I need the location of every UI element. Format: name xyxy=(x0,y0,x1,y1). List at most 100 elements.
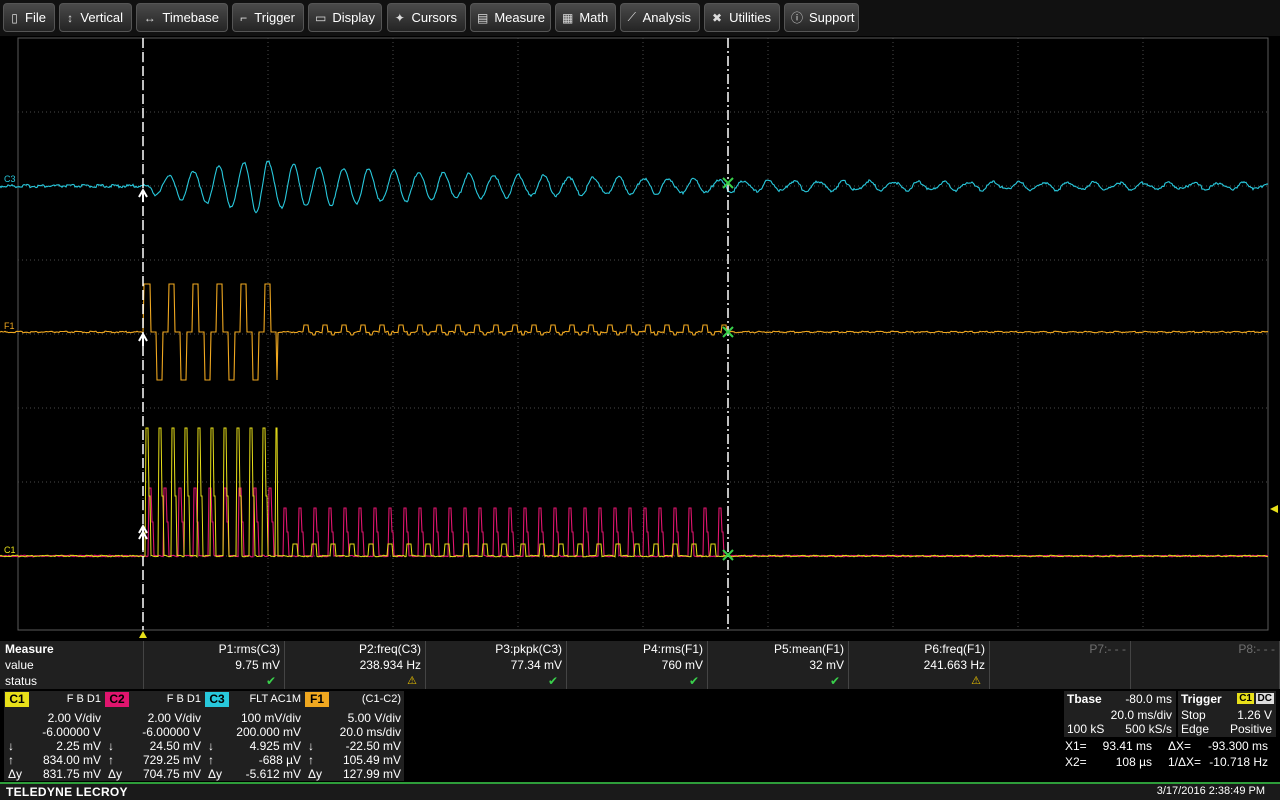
timebase-rate: 500 kS/s xyxy=(1125,722,1172,736)
channel-descriptor-c1[interactable]: C1 F B D1 2.00 V/div -6.00000 V ↓ 2.25 mV ↑ 834… xyxy=(4,691,104,781)
cursors-menu-button[interactable]: ✦ Cursors xyxy=(387,3,466,32)
measure-param-value: 760 mV xyxy=(661,658,703,672)
file-icon: ▯ xyxy=(11,10,18,25)
channel-header: (C1-C2) xyxy=(361,693,401,705)
cursor-up-value: 834.00 mV xyxy=(42,753,101,767)
channel-header: F B D1 xyxy=(66,693,101,705)
channel-offset: 20.0 ms/div xyxy=(339,725,401,739)
display-menu-button[interactable]: ▭ Display xyxy=(308,3,382,32)
tools-icon: ✖ xyxy=(712,10,723,25)
channel-offset: -6.00000 V xyxy=(42,725,101,739)
vertical-menu-button[interactable]: ↕ Vertical xyxy=(59,3,132,32)
status-ok-icon: ✔ xyxy=(547,674,558,688)
info-icon: ⓘ xyxy=(791,11,804,25)
channel-vdiv: 2.00 V/div xyxy=(47,711,101,725)
cursor-x1-label: X1= xyxy=(1065,739,1087,753)
measure-param-name: P5:mean(F1) xyxy=(773,642,844,656)
trigger-level: 1.26 V xyxy=(1237,708,1272,722)
delta-y-label: Δy xyxy=(108,767,123,781)
delta-y-value: 831.75 mV xyxy=(42,767,101,781)
utilities-menu-button[interactable]: ✖ Utilities xyxy=(704,3,780,32)
cursor-up-label: ↑ xyxy=(108,753,114,767)
measure-param-1[interactable]: P1:rms(C3) 9.75 mV ✔ xyxy=(144,641,285,689)
channel-vdiv: 5.00 V/div xyxy=(347,711,401,725)
timebase-descriptor[interactable]: Tbase -80.0 ms 20.0 ms/div 100 kS 500 kS… xyxy=(1064,691,1176,737)
measure-param-8[interactable]: P8:- - - xyxy=(1131,641,1280,689)
trigger-slope: Positive xyxy=(1229,722,1272,736)
channel-tag: C1 xyxy=(5,692,29,707)
delta-y-label: Δy xyxy=(308,767,323,781)
channel-offset: 200.000 mV xyxy=(236,725,301,739)
cursor-inv-dx-value: -10.718 Hz xyxy=(1209,755,1268,769)
trigger-type: Edge xyxy=(1181,722,1210,736)
measure-icon: ▤ xyxy=(477,10,489,25)
measure-param-value: 238.934 Hz xyxy=(359,658,421,672)
channel-descriptor-f1[interactable]: F1 (C1-C2) 5.00 V/div 20.0 ms/div ↓ -22.50 mV… xyxy=(304,691,404,781)
brand-logo: TELEDYNE LECROY xyxy=(6,785,128,799)
cursor-dx-label: ΔX= xyxy=(1168,739,1192,753)
cursor-down-label: ↓ xyxy=(8,739,14,753)
measure-param-value xyxy=(990,657,1126,673)
cursor-dx-value: -93.300 ms xyxy=(1207,739,1268,753)
measure-param-7[interactable]: P7:- - - xyxy=(990,641,1131,689)
measure-menu-button[interactable]: ▤ Measure xyxy=(470,3,551,32)
support-menu-button[interactable]: ⓘ Support xyxy=(784,3,859,32)
math-menu-button[interactable]: ▦ Math xyxy=(555,3,616,32)
trace-label-c3[interactable]: C3 xyxy=(4,174,16,184)
timebase-hdiv: 20.0 ms/div xyxy=(1110,708,1172,722)
cursor-up-value: 105.49 mV xyxy=(342,753,401,767)
delta-y-value: 704.75 mV xyxy=(142,767,201,781)
measure-labels-column: Measure value status xyxy=(0,641,144,689)
trace-label-c1[interactable]: C1 xyxy=(4,545,16,555)
cursor-down-label: ↓ xyxy=(308,739,314,753)
waveform-grid[interactable]: C3 F1 C1 xyxy=(0,36,1280,640)
measure-param-5[interactable]: P5:mean(F1) 32 mV ✔ xyxy=(708,641,849,689)
cursor-down-label: ↓ xyxy=(108,739,114,753)
measure-param-2[interactable]: P2:freq(C3) 238.934 Hz ⚠ xyxy=(285,641,426,689)
channel-header: FLT AC1M xyxy=(249,693,301,705)
measure-table: Measure value status P1:rms(C3) 9.75 mV ✔ P… xyxy=(0,641,1280,689)
trigger-coupling-badge: DC xyxy=(1255,693,1274,704)
measure-param-name: P2:freq(C3) xyxy=(358,642,421,656)
analysis-menu-button[interactable]: ⟋ Analysis xyxy=(620,3,700,32)
cursor-readout: X1= 93.41 ms ΔX= -93.300 ms X2= 108 µs 1… xyxy=(1064,737,1276,771)
cursor-inv-dx-label: 1/ΔX= xyxy=(1168,755,1202,769)
cursor-x2-label: X2= xyxy=(1065,755,1087,769)
measure-param-value xyxy=(1131,657,1275,673)
measure-param-name: P1:rms(C3) xyxy=(218,642,280,656)
cursor-down-value: 2.25 mV xyxy=(56,739,101,753)
timestamp: 3/17/2016 2:38:49 PM xyxy=(1156,785,1265,797)
cursor-down-value: 24.50 mV xyxy=(149,739,201,753)
trace-label-f1[interactable]: F1 xyxy=(4,321,15,331)
channel-tag: F1 xyxy=(305,692,329,707)
measure-param-3[interactable]: P3:pkpk(C3) 77.34 mV ✔ xyxy=(426,641,567,689)
vertical-arrows-icon: ↕ xyxy=(67,10,74,25)
channel-offset: -6.00000 V xyxy=(142,725,201,739)
measure-param-value: 241.663 Hz xyxy=(923,658,985,672)
cursor-down-value: -22.50 mV xyxy=(345,739,401,753)
channel-descriptor-c2[interactable]: C2 F B D1 2.00 V/div -6.00000 V ↓ 24.50 mV ↑ 72… xyxy=(104,691,204,781)
measure-row-label-status: status xyxy=(5,674,38,688)
channel-descriptor-c3[interactable]: C3 FLT AC1M 100 mV/div 200.000 mV ↓ 4.925 mV ↑… xyxy=(204,691,304,781)
cursor-up-label: ↑ xyxy=(8,753,14,767)
measure-param-name: P4:rms(F1) xyxy=(643,642,703,656)
cursor-up-label: ↑ xyxy=(208,753,214,767)
channel-tag: C3 xyxy=(205,692,229,707)
delta-y-label: Δy xyxy=(8,767,23,781)
status-warning-icon: ⚠ xyxy=(971,675,981,687)
trigger-menu-button[interactable]: ⌐ Trigger xyxy=(232,3,304,32)
measure-param-6[interactable]: P6:freq(F1) 241.663 Hz ⚠ xyxy=(849,641,990,689)
trigger-icon: ⌐ xyxy=(240,10,248,25)
channel-tag: C2 xyxy=(105,692,129,707)
file-menu-button[interactable]: ▯ File xyxy=(3,3,55,32)
trigger-mode: Stop xyxy=(1181,708,1206,722)
timebase-title: Tbase xyxy=(1067,692,1102,706)
measure-param-4[interactable]: P4:rms(F1) 760 mV ✔ xyxy=(567,641,708,689)
measure-param-name: P8:- - - xyxy=(1238,642,1275,656)
status-ok-icon: ✔ xyxy=(688,674,699,688)
trigger-descriptor[interactable]: Trigger C1 DC Stop 1.26 V Edge Positive xyxy=(1178,691,1276,737)
timebase-menu-button[interactable]: ↔ Timebase xyxy=(136,3,228,32)
horizontal-arrows-icon: ↔ xyxy=(143,10,156,25)
status-warning-icon: ⚠ xyxy=(407,675,417,687)
measure-title: Measure xyxy=(5,642,54,656)
